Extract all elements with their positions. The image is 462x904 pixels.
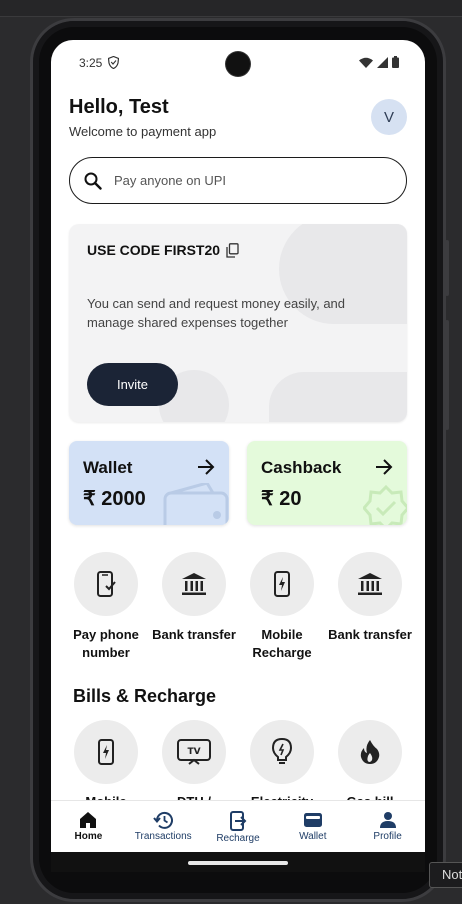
bill-item-electricity[interactable]: Electricity bbox=[250, 720, 314, 809]
bottom-navigation: Home Transactions Recharge Wallet Profil… bbox=[51, 800, 425, 852]
phone-bolt-icon bbox=[98, 739, 114, 765]
status-bar: 3:25 bbox=[51, 40, 425, 86]
wallet-icon bbox=[303, 813, 322, 827]
app-screen: 3:25 Hello, Test Welcome to payment app … bbox=[51, 40, 425, 852]
promo-code-label: USE CODE FIRST20 bbox=[87, 242, 221, 258]
nav-label: Wallet bbox=[299, 831, 327, 842]
quick-action-label: Bank transfer bbox=[152, 627, 236, 642]
quick-action-circle bbox=[250, 552, 314, 616]
quick-action-pay-phone[interactable]: Pay phone number bbox=[73, 552, 139, 662]
host-top-bar bbox=[0, 0, 462, 17]
promo-code-row[interactable]: USE CODE FIRST20 bbox=[87, 242, 239, 258]
power-button bbox=[445, 320, 449, 430]
quick-action-mobile-recharge[interactable]: Mobile Recharge bbox=[250, 552, 314, 662]
wifi-icon bbox=[359, 57, 373, 68]
front-camera bbox=[226, 52, 250, 76]
bulb-icon bbox=[272, 738, 292, 764]
avatar[interactable]: V bbox=[371, 99, 407, 135]
wallet-card[interactable]: Wallet ₹ 2000 bbox=[69, 441, 229, 525]
bill-item-dth[interactable]: TV DTH / bbox=[162, 720, 226, 809]
badge-check-watermark-icon bbox=[363, 485, 407, 525]
copy-icon[interactable] bbox=[226, 242, 239, 258]
quick-action-label: Mobile Recharge bbox=[252, 627, 312, 660]
arrow-right-icon bbox=[376, 459, 393, 475]
history-icon bbox=[153, 811, 174, 829]
search-placeholder: Pay anyone on UPI bbox=[114, 173, 227, 188]
bill-item-gas[interactable]: Gas bill bbox=[338, 720, 402, 809]
search-icon bbox=[84, 172, 102, 190]
home-indicator[interactable] bbox=[188, 861, 288, 865]
invite-button[interactable]: Invite bbox=[87, 363, 178, 406]
bill-item-circle bbox=[338, 720, 402, 784]
volume-button bbox=[445, 240, 449, 296]
greeting-title: Hello, Test bbox=[69, 96, 169, 118]
nav-label: Profile bbox=[373, 831, 402, 842]
search-bar[interactable]: Pay anyone on UPI bbox=[69, 157, 407, 204]
wallet-watermark-icon bbox=[163, 483, 229, 525]
nav-label: Recharge bbox=[216, 833, 260, 844]
phone-check-icon bbox=[97, 571, 116, 597]
quick-action-bank-transfer-2[interactable]: Bank transfer bbox=[328, 552, 412, 644]
host-tooltip: Not bbox=[429, 862, 462, 888]
quick-action-label: Pay phone number bbox=[73, 627, 139, 660]
nav-recharge[interactable]: Recharge bbox=[201, 801, 276, 852]
cashback-amount: ₹ 20 bbox=[261, 488, 302, 510]
wallet-card-title: Wallet bbox=[83, 458, 133, 477]
cashback-card-title: Cashback bbox=[261, 458, 342, 477]
status-icons bbox=[359, 56, 399, 68]
bank-icon bbox=[358, 573, 382, 595]
recharge-icon bbox=[229, 811, 247, 831]
nav-label: Home bbox=[74, 831, 103, 842]
nav-wallet[interactable]: Wallet bbox=[275, 801, 350, 852]
svg-text:TV: TV bbox=[187, 747, 200, 757]
status-time: 3:25 bbox=[79, 56, 103, 70]
promo-card: USE CODE FIRST20 You can send and reques… bbox=[69, 224, 407, 422]
bill-item-circle bbox=[250, 720, 314, 784]
flame-icon bbox=[360, 740, 380, 764]
cashback-card[interactable]: Cashback ₹ 20 bbox=[247, 441, 407, 525]
quick-action-label: Bank transfer bbox=[328, 627, 412, 642]
signal-icon bbox=[377, 56, 388, 68]
nav-profile[interactable]: Profile bbox=[350, 801, 425, 852]
promo-description: You can send and request money easily, a… bbox=[87, 296, 346, 330]
bill-item-circle: TV bbox=[162, 720, 226, 784]
greeting-subtitle: Welcome to payment app bbox=[69, 124, 217, 139]
battery-icon bbox=[392, 56, 399, 68]
quick-action-bank-transfer[interactable]: Bank transfer bbox=[152, 552, 236, 644]
bill-item-mobile[interactable]: Mobile bbox=[74, 720, 138, 809]
tv-icon: TV bbox=[177, 739, 211, 765]
nav-transactions[interactable]: Transactions bbox=[126, 801, 201, 852]
bills-section-title: Bills & Recharge bbox=[73, 686, 217, 706]
quick-action-circle bbox=[74, 552, 138, 616]
phone-bolt-icon bbox=[274, 571, 290, 597]
bank-icon bbox=[182, 573, 206, 595]
person-icon bbox=[379, 812, 396, 828]
nav-home[interactable]: Home bbox=[51, 801, 126, 852]
quick-action-circle bbox=[162, 552, 226, 616]
promo-decoration bbox=[269, 372, 407, 422]
home-icon bbox=[80, 812, 97, 828]
quick-action-circle bbox=[338, 552, 402, 616]
arrow-right-icon bbox=[198, 459, 215, 475]
wallet-balance: ₹ 2000 bbox=[83, 488, 146, 510]
nav-label: Transactions bbox=[134, 831, 192, 842]
bill-item-circle bbox=[74, 720, 138, 784]
shield-icon bbox=[108, 56, 119, 69]
